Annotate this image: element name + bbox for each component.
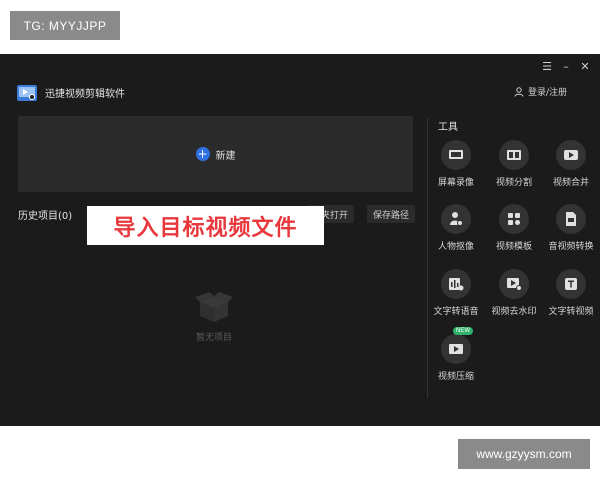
tool-label: 屏幕录像 bbox=[437, 178, 474, 188]
video-split-icon bbox=[499, 140, 529, 170]
annotation-overlay: 导入目标视频文件 bbox=[87, 206, 324, 245]
new-project-button[interactable]: + 新建 bbox=[195, 147, 236, 162]
new-project-panel[interactable]: + 新建 bbox=[18, 116, 413, 192]
tool-av-convert[interactable]: 音视频转换 bbox=[541, 204, 600, 252]
tool-portrait-cutout[interactable]: 人物抠像 bbox=[426, 204, 486, 252]
close-icon[interactable]: ✕ bbox=[580, 60, 590, 73]
user-icon bbox=[514, 86, 524, 97]
plus-icon: + bbox=[195, 147, 210, 161]
video-template-icon bbox=[499, 204, 529, 234]
empty-box-icon bbox=[195, 292, 233, 322]
menu-icon[interactable]: ☰ bbox=[542, 60, 552, 73]
tool-label: 视频压缩 bbox=[437, 372, 474, 382]
remove-watermark-icon bbox=[499, 269, 529, 299]
tool-label: 音视频转换 bbox=[548, 242, 594, 252]
tool-video-merge[interactable]: 视频合并 bbox=[541, 140, 600, 188]
video-merge-icon bbox=[556, 140, 586, 170]
window-controls: ☰ – ✕ bbox=[542, 60, 590, 73]
app-logo-icon bbox=[17, 85, 37, 101]
tool-label: 视频分割 bbox=[495, 178, 532, 188]
minimize-icon[interactable]: – bbox=[561, 60, 571, 73]
login-button[interactable]: 登录/注册 bbox=[514, 85, 567, 98]
login-label: 登录/注册 bbox=[527, 88, 567, 98]
text-to-video-icon bbox=[556, 269, 586, 299]
video-compress-icon: NEW bbox=[441, 327, 473, 364]
tool-label: 文字转语音 bbox=[433, 307, 479, 317]
tool-video-template[interactable]: 视频模板 bbox=[484, 204, 544, 252]
av-convert-icon bbox=[556, 204, 586, 234]
tool-label: 视频合并 bbox=[552, 178, 589, 188]
screen-record-icon bbox=[441, 140, 471, 170]
portrait-cutout-icon bbox=[441, 204, 471, 234]
tool-label: 视频模板 bbox=[495, 242, 532, 252]
app-window: ☰ – ✕ 迅捷视频剪辑软件 登录/注册 + 新建 历史项目(0) 件夹打开 保… bbox=[0, 54, 600, 426]
tool-text-to-video[interactable]: 文字转视频 bbox=[541, 269, 600, 317]
text-to-speech-icon bbox=[441, 269, 471, 299]
tool-screen-record[interactable]: 屏幕录像 bbox=[426, 140, 486, 188]
tool-label: 视频去水印 bbox=[491, 307, 537, 317]
watermark-top: TG: MYYJJPP bbox=[10, 11, 120, 40]
tools-title: 工具 bbox=[438, 122, 458, 133]
save-path-button[interactable]: 保存路径 bbox=[367, 205, 416, 223]
annotation-text: 导入目标视频文件 bbox=[113, 215, 298, 241]
tool-label: 文字转视频 bbox=[548, 307, 594, 317]
history-title: 历史项目(0) bbox=[18, 211, 73, 222]
tool-text-to-speech[interactable]: 文字转语音 bbox=[426, 269, 486, 317]
app-title: 迅捷视频剪辑软件 bbox=[45, 89, 125, 100]
watermark-bottom: www.gzyysm.com bbox=[458, 439, 590, 469]
new-badge: NEW bbox=[453, 327, 473, 335]
tool-remove-watermark[interactable]: 视频去水印 bbox=[484, 269, 544, 317]
tool-label: 人物抠像 bbox=[437, 242, 474, 252]
tool-video-compress[interactable]: NEW 视频压缩 bbox=[426, 327, 486, 382]
empty-state-text: 暂无项目 bbox=[196, 333, 233, 343]
new-project-label: 新建 bbox=[215, 150, 236, 162]
tool-video-split[interactable]: 视频分割 bbox=[484, 140, 544, 188]
